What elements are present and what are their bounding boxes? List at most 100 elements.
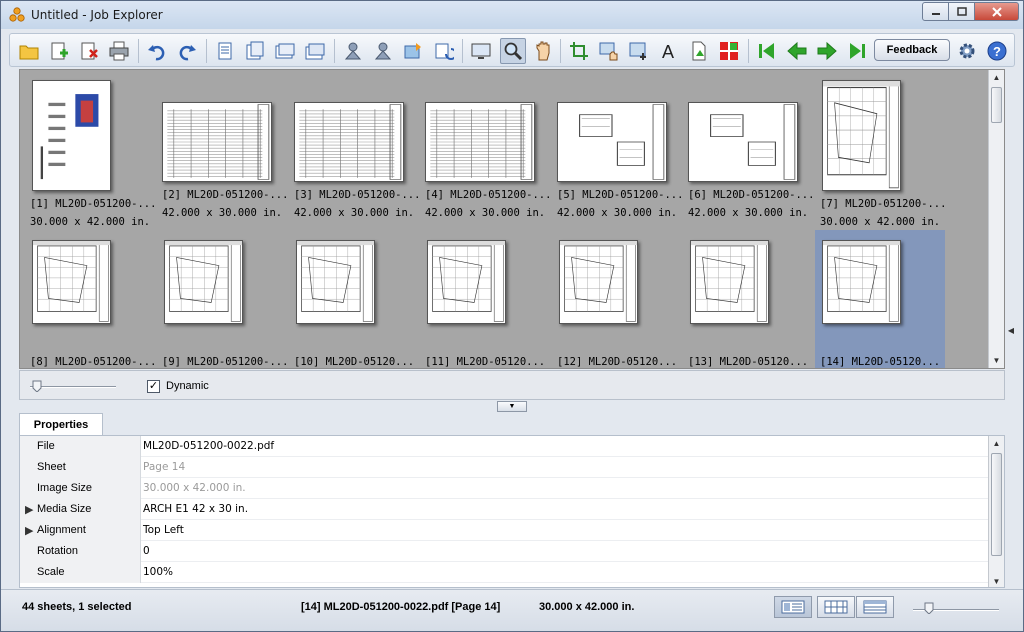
- scroll-down-arrow-icon[interactable]: ▼: [989, 353, 1004, 368]
- view-detail-button[interactable]: [856, 596, 894, 618]
- side-panel-toggle-icon[interactable]: ◀: [1006, 319, 1016, 341]
- property-row[interactable]: Image Size 30.000 x 42.000 in.: [20, 478, 990, 499]
- expand-arrow-icon[interactable]: ▶: [25, 503, 33, 516]
- minimize-button[interactable]: [922, 2, 949, 21]
- redo-button[interactable]: [174, 38, 200, 64]
- thumbnail-scrollbar[interactable]: ▲ ▼: [988, 70, 1004, 368]
- thumbnail-size-slider[interactable]: [30, 386, 116, 388]
- thumbnail-tile[interactable]: [3] ML20D-051200-... 42.000 x 30.000 in.: [289, 74, 420, 219]
- stamp-button[interactable]: [340, 38, 366, 64]
- thumbnail-tile[interactable]: [7] ML20D-051200-... 30.000 x 42.000 in.: [815, 74, 946, 228]
- close-button[interactable]: [974, 2, 1019, 21]
- pan-button[interactable]: [530, 38, 556, 64]
- arrow-right-icon: [817, 41, 837, 61]
- thumbnail-name: [12] ML20D-05120...: [557, 356, 678, 368]
- crop-button[interactable]: [566, 38, 592, 64]
- props-scroll-up-icon[interactable]: ▲: [989, 436, 1004, 451]
- thumbnail-name: [6] ML20D-051200-...: [688, 189, 815, 201]
- thumbnail-size: 42.000 x 30.000 in.: [162, 207, 283, 219]
- svg-text:A: A: [662, 42, 674, 62]
- thumbnail-tile[interactable]: [6] ML20D-051200-... 42.000 x 30.000 in.: [683, 74, 815, 219]
- slider-knob-icon[interactable]: [32, 380, 42, 392]
- thumbnail-tile[interactable]: [5] ML20D-051200-... 42.000 x 30.000 in.: [552, 74, 683, 219]
- fit-screen-button[interactable]: [468, 38, 494, 64]
- property-key: Media Size: [37, 503, 92, 515]
- thumbnail-tile[interactable]: [9] ML20D-051200-...: [157, 230, 288, 368]
- thumbnail-tile[interactable]: [1] ML20D-051200-... 30.000 x 42.000 in.: [25, 74, 156, 228]
- thumbnail-size: 30.000 x 42.000 in.: [820, 216, 941, 228]
- thumbnail-size: 30.000 x 42.000 in.: [30, 216, 151, 228]
- select-area-button[interactable]: [596, 38, 622, 64]
- remove-file-icon: [81, 42, 98, 60]
- blank-page-button[interactable]: [686, 38, 712, 64]
- property-row[interactable]: Sheet Page 14: [20, 457, 990, 478]
- thumbnail-tile[interactable]: [11] ML20D-05120...: [420, 230, 550, 368]
- image-transform-button[interactable]: [400, 38, 426, 64]
- thumbnail-tile[interactable]: [4] ML20D-051200-... 42.000 x 30.000 in.: [420, 74, 551, 219]
- thumbnail-tile[interactable]: [10] ML20D-05120...: [289, 230, 419, 368]
- app-window: Untitled - Job Explorer A Feedback ? [14…: [0, 0, 1024, 632]
- undo-button[interactable]: [144, 38, 170, 64]
- maximize-button[interactable]: [948, 2, 975, 21]
- property-row[interactable]: File ML20D-051200-0022.pdf: [20, 436, 990, 457]
- last-page-button[interactable]: [844, 38, 870, 64]
- next-page-button[interactable]: [814, 38, 840, 64]
- sheet-preview: [822, 240, 901, 324]
- property-key-cell: Image Size: [20, 478, 141, 499]
- property-row[interactable]: ▶ Alignment Top Left: [20, 520, 990, 541]
- remove-file-button[interactable]: [76, 38, 102, 64]
- settings-button[interactable]: [954, 38, 980, 64]
- view-list-button[interactable]: [774, 596, 812, 618]
- thumbnail-tile[interactable]: [12] ML20D-05120...: [552, 230, 682, 368]
- props-scrollbar-thumb[interactable]: [991, 453, 1002, 556]
- collapse-panel-button[interactable]: ▼: [497, 401, 527, 412]
- expand-arrow-icon[interactable]: ▶: [25, 524, 33, 537]
- rotate-page-button[interactable]: [430, 38, 456, 64]
- window-title: Untitled - Job Explorer: [31, 8, 163, 22]
- thumbnail-tile[interactable]: [13] ML20D-05120...: [683, 230, 813, 368]
- property-row[interactable]: Rotation 0: [20, 541, 990, 562]
- page-portrait-button[interactable]: [212, 38, 238, 64]
- previous-page-button[interactable]: [784, 38, 810, 64]
- arrow-left-icon: [787, 41, 807, 61]
- first-page-button[interactable]: [754, 38, 780, 64]
- property-row[interactable]: Scale 100%: [20, 562, 990, 583]
- magnifier-icon: [504, 42, 523, 61]
- zoom-button[interactable]: [500, 38, 526, 64]
- view-grid-button[interactable]: [817, 596, 855, 618]
- property-key-cell: Sheet: [20, 457, 141, 478]
- sheet-preview: [425, 102, 535, 182]
- thumbnail-tile[interactable]: [2] ML20D-051200-... 42.000 x 30.000 in.: [157, 74, 288, 219]
- dynamic-checkbox[interactable]: ✓: [147, 380, 160, 393]
- page-landscape-button[interactable]: [242, 38, 268, 64]
- page-stack-button[interactable]: [302, 38, 328, 64]
- scrollbar-thumb[interactable]: [991, 87, 1002, 123]
- image-edit-button[interactable]: [626, 38, 652, 64]
- props-scroll-down-icon[interactable]: ▼: [989, 574, 1004, 587]
- add-file-button[interactable]: [46, 38, 72, 64]
- feedback-button[interactable]: Feedback: [874, 39, 950, 61]
- zoom-slider-knob-icon[interactable]: [924, 602, 934, 614]
- sheet-preview: [32, 240, 111, 324]
- last-page-icon: [850, 43, 865, 59]
- color-grid-button[interactable]: [716, 38, 742, 64]
- stamp-alt-button[interactable]: [370, 38, 396, 64]
- thumbnail-tile[interactable]: [14] ML20D-05120...: [815, 230, 945, 368]
- text-icon: A: [662, 42, 674, 62]
- sheet-preview: [164, 240, 243, 324]
- thumbnail-grid[interactable]: [14] ML20D-05120... [13] ML20D-05120... [1…: [19, 69, 1005, 369]
- scroll-up-arrow-icon[interactable]: ▲: [989, 70, 1004, 85]
- thumbnail-tile[interactable]: [8] ML20D-051200-...: [25, 230, 156, 368]
- properties-panel: Scale 100% Rotation 0 ▶ Alignment Top Left ▶ Med…: [19, 435, 1005, 588]
- gear-icon: [959, 43, 975, 59]
- properties-scrollbar[interactable]: ▲ ▼: [988, 436, 1004, 587]
- tab-properties[interactable]: Properties: [19, 413, 103, 436]
- property-row[interactable]: ▶ Media Size ARCH E1 42 x 30 in.: [20, 499, 990, 520]
- help-button[interactable]: ?: [984, 38, 1010, 64]
- image-transform-icon: [404, 43, 421, 59]
- print-button[interactable]: [106, 38, 132, 64]
- open-folder-button[interactable]: [16, 38, 42, 64]
- title-bar: Untitled - Job Explorer: [1, 1, 1023, 29]
- page-fit-button[interactable]: [272, 38, 298, 64]
- text-button[interactable]: A: [656, 38, 682, 64]
